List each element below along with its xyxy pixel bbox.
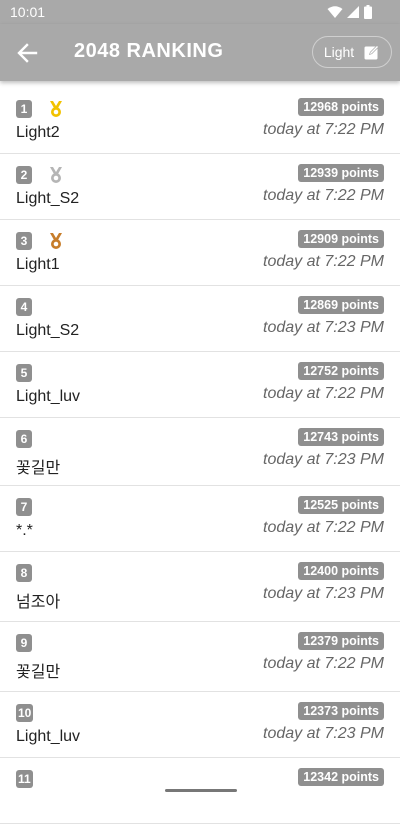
player-name: 꽃길만 <box>16 664 61 681</box>
ranking-row[interactable]: 3 Light1 12909 points today at 7:22 PM <box>0 220 400 286</box>
player-name: Light1 <box>16 256 60 273</box>
theme-label: Light <box>323 44 355 60</box>
medal-gold-icon <box>48 100 64 118</box>
player-name: Light_luv <box>16 388 81 405</box>
player-name: 꽃길만 <box>16 460 61 477</box>
played-time: today at 7:22 PM <box>263 655 384 672</box>
ranking-row[interactable]: 10 Light_luv 12373 points today at 7:23 … <box>0 692 400 758</box>
rank-badge: 4 <box>16 298 32 316</box>
theme-toggle-button[interactable]: Light <box>312 36 392 68</box>
battery-icon <box>364 5 372 19</box>
ranking-row[interactable]: 8 넘조아 12400 points today at 7:23 PM <box>0 552 400 622</box>
ranking-row[interactable]: 6 꽃길만 12743 points today at 7:23 PM <box>0 418 400 486</box>
edit-icon <box>364 45 380 60</box>
rank-badge: 7 <box>16 498 32 516</box>
rank-badge: 5 <box>16 364 32 382</box>
player-name: Light_S2 <box>16 322 80 339</box>
back-button[interactable] <box>14 40 42 66</box>
cell-signal-icon <box>347 5 359 18</box>
points-badge: 12373 points <box>298 702 384 720</box>
points-badge: 12909 points <box>298 230 384 248</box>
medal-bronze-icon <box>48 232 64 250</box>
points-badge: 12939 points <box>298 164 384 182</box>
played-time: today at 7:23 PM <box>263 725 384 742</box>
player-name: Light_S2 <box>16 190 80 207</box>
player-name: Light_luv <box>16 728 81 745</box>
rank-badge: 8 <box>16 564 32 582</box>
app-bar: 2048 RANKING Light <box>0 24 400 81</box>
arrow-back-icon <box>17 43 38 63</box>
points-badge: 12743 points <box>298 428 384 446</box>
played-time: today at 7:22 PM <box>263 121 384 138</box>
points-badge: 12379 points <box>298 632 384 650</box>
points-badge: 12525 points <box>298 496 384 514</box>
played-time: today at 7:22 PM <box>263 519 384 536</box>
rank-badge: 11 <box>16 770 33 788</box>
points-badge: 12968 points <box>298 98 384 116</box>
played-time: today at 7:23 PM <box>263 451 384 468</box>
status-bar: 10:01 <box>0 0 400 24</box>
wifi-icon <box>327 5 343 18</box>
points-badge: 12342 points <box>298 768 384 786</box>
ranking-row[interactable]: 7 *.* 12525 points today at 7:22 PM <box>0 486 400 552</box>
player-name: 넘조아 <box>16 594 61 611</box>
page-title: 2048 RANKING <box>74 40 224 62</box>
ranking-row[interactable]: 5 Light_luv 12752 points today at 7:22 P… <box>0 352 400 418</box>
points-badge: 12869 points <box>298 296 384 314</box>
played-time: today at 7:22 PM <box>263 253 384 270</box>
player-name: Light2 <box>16 124 60 141</box>
player-name: *.* <box>16 522 33 539</box>
rank-badge: 9 <box>16 634 32 652</box>
ranking-list[interactable]: 1 Light2 12968 points today at 7:22 PM 2… <box>0 88 400 824</box>
rank-badge: 2 <box>16 166 32 184</box>
rank-badge: 6 <box>16 430 32 448</box>
ranking-row[interactable]: 2 Light_S2 12939 points today at 7:22 PM <box>0 154 400 220</box>
medal-silver-icon <box>48 166 64 184</box>
played-time: today at 7:22 PM <box>263 187 384 204</box>
ranking-row[interactable]: 4 Light_S2 12869 points today at 7:23 PM <box>0 286 400 352</box>
played-time: today at 7:23 PM <box>263 319 384 336</box>
ranking-row[interactable]: 9 꽃길만 12379 points today at 7:22 PM <box>0 622 400 692</box>
status-icons <box>327 5 372 19</box>
rank-badge: 10 <box>16 704 34 722</box>
points-badge: 12752 points <box>298 362 384 380</box>
played-time: today at 7:22 PM <box>263 385 384 402</box>
played-time: today at 7:23 PM <box>263 585 384 602</box>
rank-badge: 3 <box>16 232 32 250</box>
points-badge: 12400 points <box>298 562 384 580</box>
ranking-row[interactable]: 1 Light2 12968 points today at 7:22 PM <box>0 88 400 154</box>
rank-badge: 1 <box>16 100 32 118</box>
gesture-nav-handle[interactable] <box>165 789 237 792</box>
status-time: 10:01 <box>10 4 46 20</box>
